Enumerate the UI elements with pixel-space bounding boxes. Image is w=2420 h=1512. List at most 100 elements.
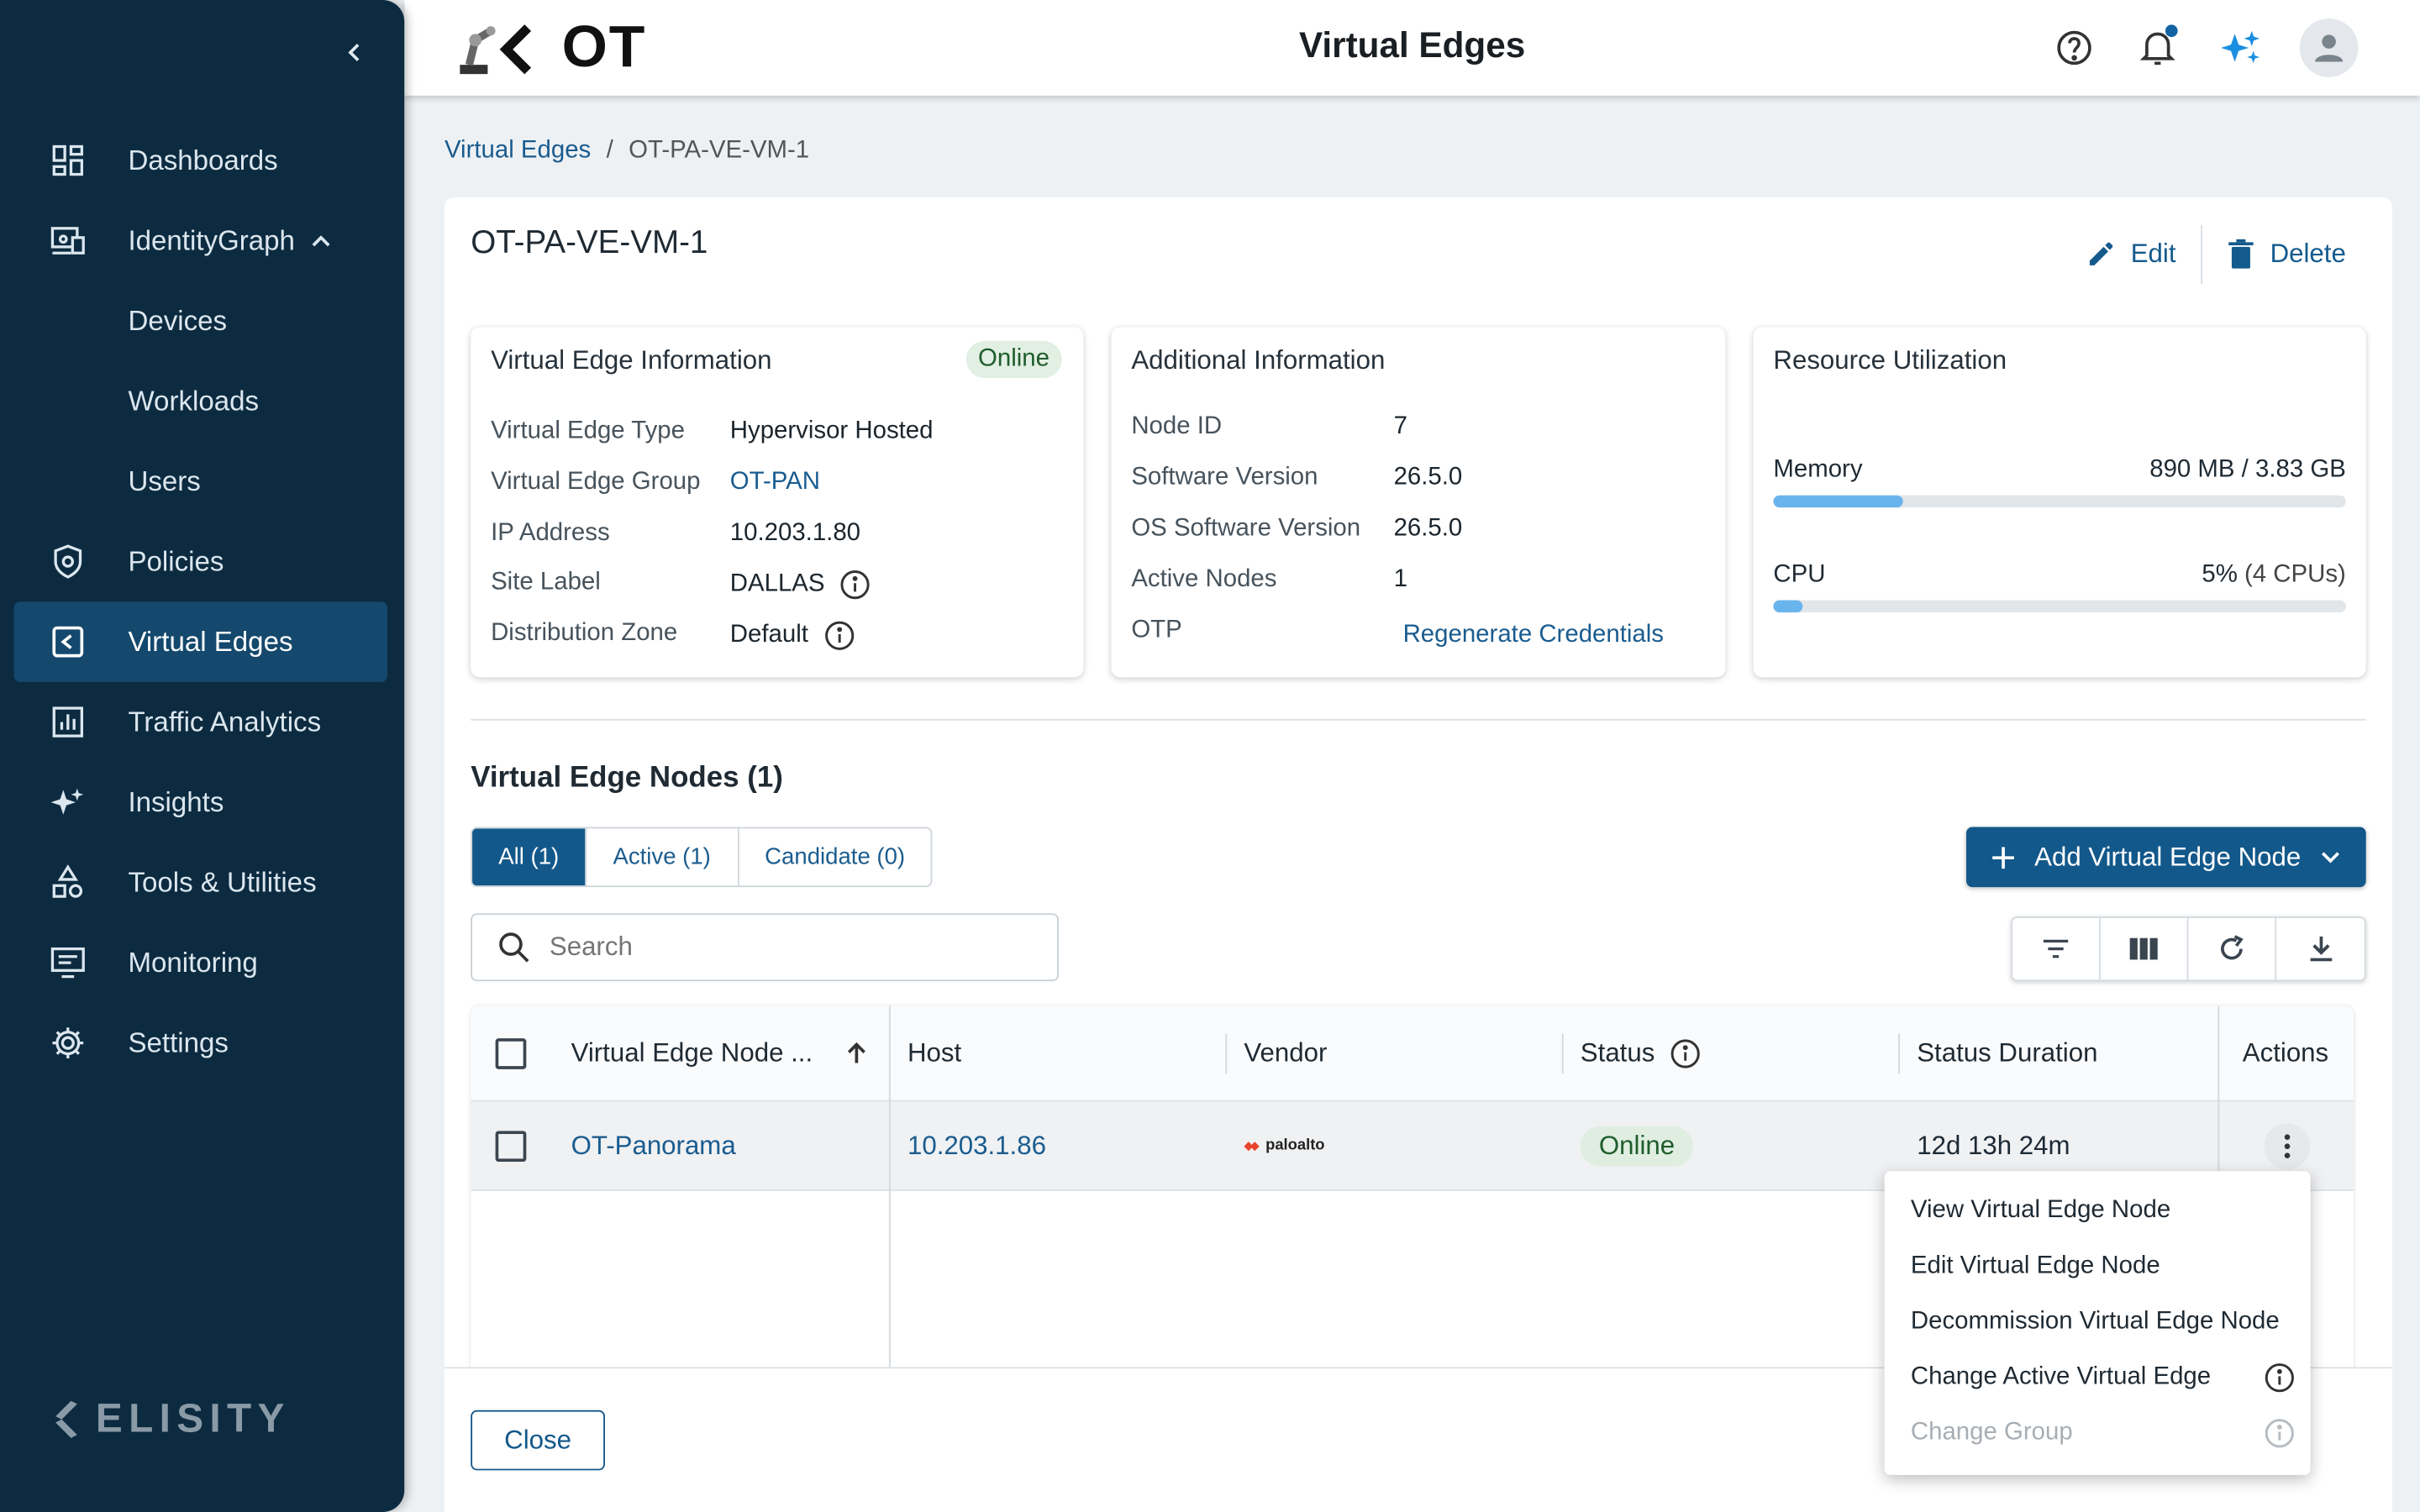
sidebar-item-users[interactable]: Users xyxy=(14,441,387,522)
kv-value: Default xyxy=(730,620,855,651)
node-name-link[interactable]: OT-Panorama xyxy=(571,1130,736,1161)
column-header-label: Vendor xyxy=(1244,1037,1328,1068)
memory-label: Memory xyxy=(1773,456,1863,483)
sidebar-item-label: Insights xyxy=(128,785,224,817)
menu-item-decommission[interactable]: Decommission Virtual Edge Node xyxy=(1885,1294,2311,1350)
delete-button[interactable]: Delete xyxy=(2202,225,2370,284)
column-header-status-duration[interactable]: Status Duration xyxy=(1900,1006,2219,1100)
virtual-edge-title: OT-PA-VE-VM-1 xyxy=(471,225,708,261)
columns-icon[interactable] xyxy=(2101,917,2189,980)
menu-item-edit[interactable]: Edit Virtual Edge Node xyxy=(1885,1239,2311,1294)
edit-label: Edit xyxy=(2130,239,2176,269)
kv-value: 26.5.0 xyxy=(1393,464,1463,491)
menu-item-change-active[interactable]: Change Active Virtual Edge xyxy=(1885,1350,2311,1405)
sidebar-item-label: Traffic Analytics xyxy=(128,706,322,738)
help-icon[interactable] xyxy=(2049,18,2099,77)
collapse-sidebar-icon[interactable] xyxy=(336,34,373,71)
sidebar-item-label: Monitoring xyxy=(128,946,258,978)
filter-icon[interactable] xyxy=(2012,917,2101,980)
top-header: OT Virtual Edges xyxy=(404,0,2420,96)
regenerate-credentials-link[interactable]: Regenerate Credentials xyxy=(1403,622,1664,649)
kv-key: Distribution Zone xyxy=(491,620,678,647)
cpu-progress-fill xyxy=(1773,600,1802,613)
breadcrumb-virtual-edges-link[interactable]: Virtual Edges xyxy=(445,137,591,165)
kv-row: Active Nodes 1 xyxy=(1131,566,1407,594)
sidebar-item-traffic-analytics[interactable]: Traffic Analytics xyxy=(14,682,387,763)
add-virtual-edge-node-button[interactable]: Add Virtual Edge Node xyxy=(1965,827,2366,888)
tab-all[interactable]: All (1) xyxy=(472,828,587,886)
sidebar-item-label: IdentityGraph xyxy=(128,224,295,255)
row-actions-kebab-icon[interactable] xyxy=(2264,1122,2311,1169)
search-input[interactable] xyxy=(549,932,1013,963)
nodes-section-title: Virtual Edge Nodes (1) xyxy=(471,762,783,795)
kv-row: Distribution Zone Default xyxy=(491,620,855,651)
kv-value: 1 xyxy=(1393,566,1407,593)
ai-sparkle-icon[interactable] xyxy=(2217,18,2266,77)
column-header-name[interactable]: Virtual Edge Node ... xyxy=(554,1006,890,1100)
host-link[interactable]: 10.203.1.86 xyxy=(908,1130,1046,1161)
kv-value: 26.5.0 xyxy=(1393,515,1463,542)
kv-row: Site Label DALLAS xyxy=(491,570,871,601)
kv-value: Hypervisor Hosted xyxy=(729,417,934,444)
cpu-progress-bar xyxy=(1773,600,2346,613)
download-icon[interactable] xyxy=(2276,918,2365,979)
card-title: Virtual Edge Information xyxy=(491,345,772,375)
edit-button[interactable]: Edit xyxy=(2060,225,2201,284)
kv-row: Software Version 26.5.0 xyxy=(1131,465,1462,492)
info-icon[interactable] xyxy=(823,620,855,651)
tab-candidate[interactable]: Candidate (0) xyxy=(739,828,931,885)
virtual-edge-icon xyxy=(48,622,88,662)
sidebar-item-dashboards[interactable]: Dashboards xyxy=(14,120,387,201)
select-all-checkbox[interactable] xyxy=(495,1037,527,1068)
user-avatar-icon[interactable] xyxy=(2299,18,2359,77)
column-header-host[interactable]: Host xyxy=(891,1006,1228,1100)
sort-ascending-icon[interactable] xyxy=(844,1041,869,1065)
sidebar-nav: Dashboards IdentityGraph Devices Workloa… xyxy=(13,120,388,1084)
column-header-label: Actions xyxy=(2242,1037,2329,1068)
menu-item-label: Edit Virtual Edge Node xyxy=(1910,1252,2160,1279)
tab-active[interactable]: Active (1) xyxy=(587,828,739,886)
breadcrumb: Virtual Edges / OT-PA-VE-VM-1 xyxy=(445,137,809,165)
sidebar-item-policies[interactable]: Policies xyxy=(14,522,387,602)
site-label-value: DALLAS xyxy=(729,570,825,597)
sidebar-item-virtual-edges[interactable]: Virtual Edges xyxy=(13,601,388,682)
sidebar-item-identitygraph[interactable]: IdentityGraph xyxy=(14,201,387,281)
kv-value: 7 xyxy=(1393,413,1407,440)
memory-progress-fill xyxy=(1773,495,1904,508)
search-box xyxy=(471,913,1059,982)
info-icon[interactable] xyxy=(840,570,871,601)
kv-key: OS Software Version xyxy=(1131,515,1361,542)
sidebar-item-devices[interactable]: Devices xyxy=(14,281,387,361)
notifications-bell-icon[interactable] xyxy=(2133,18,2182,77)
sidebar-item-label: Dashboards xyxy=(128,144,278,176)
menu-item-view[interactable]: View Virtual Edge Node xyxy=(1885,1184,2311,1239)
table-header-row: Virtual Edge Node ... Host Vendor Status… xyxy=(471,1005,2354,1102)
info-icon[interactable] xyxy=(1670,1037,1702,1068)
menu-item-label: Change Active Virtual Edge xyxy=(1910,1363,2212,1390)
sidebar-item-insights[interactable]: Insights xyxy=(14,762,387,843)
trash-icon xyxy=(2228,239,2254,269)
sidebar-item-monitoring[interactable]: Monitoring xyxy=(14,922,387,1003)
row-checkbox[interactable] xyxy=(495,1130,527,1162)
chevron-up-icon xyxy=(310,233,332,248)
close-button[interactable]: Close xyxy=(471,1410,605,1471)
info-icon[interactable] xyxy=(2264,1362,2295,1394)
identity-graph-icon xyxy=(48,221,88,261)
distribution-zone-value: Default xyxy=(729,622,808,648)
chart-icon xyxy=(48,702,88,743)
refresh-icon[interactable] xyxy=(2188,917,2277,980)
virtual-edge-group-link[interactable]: OT-PAN xyxy=(730,469,820,496)
table-toolbar xyxy=(2011,916,2366,982)
status-duration: 12d 13h 24m xyxy=(1917,1130,2070,1160)
card-title: Resource Utilization xyxy=(1773,345,2007,375)
dashboard-icon xyxy=(48,140,88,181)
sidebar-item-settings[interactable]: Settings xyxy=(14,1003,387,1084)
column-header-vendor[interactable]: Vendor xyxy=(1227,1006,1564,1100)
kv-value: 10.203.1.80 xyxy=(729,519,861,547)
brand-name: ELISITY xyxy=(95,1394,291,1441)
sidebar-item-workloads[interactable]: Workloads xyxy=(14,361,387,442)
kv-row: OS Software Version 26.5.0 xyxy=(1131,515,1462,543)
column-header-status[interactable]: Status xyxy=(1564,1006,1901,1100)
kv-row: IP Address 10.203.1.80 xyxy=(491,520,860,548)
sidebar-item-tools[interactable]: Tools & Utilities xyxy=(14,843,387,923)
